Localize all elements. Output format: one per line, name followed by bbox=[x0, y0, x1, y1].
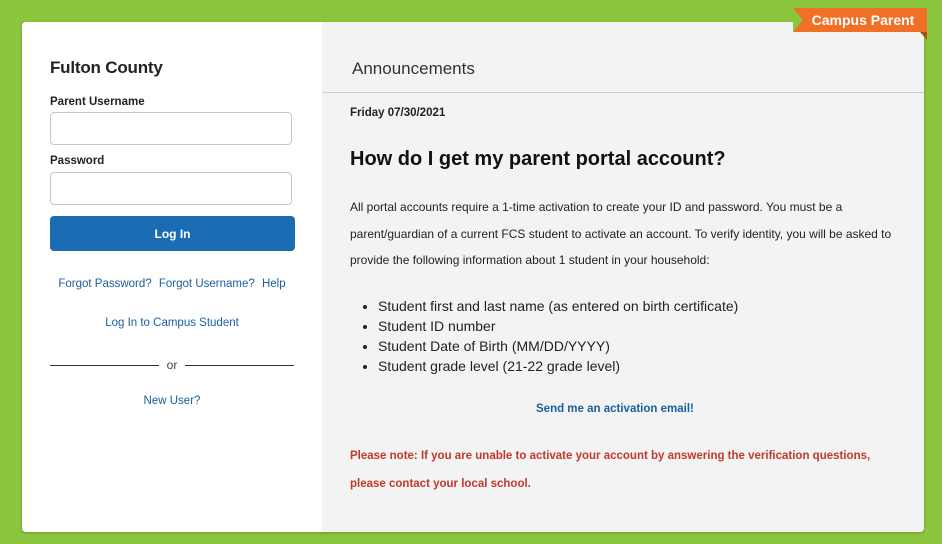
announcement-heading: How do I get my parent portal account? bbox=[350, 148, 726, 170]
or-text: or bbox=[166, 358, 178, 372]
divider-line-right bbox=[185, 364, 295, 366]
list-item: Student ID number bbox=[378, 316, 738, 336]
ribbon-fold bbox=[920, 32, 927, 40]
divider-line-left bbox=[50, 364, 159, 366]
announcement-note: Please note: If you are unable to activa… bbox=[350, 450, 871, 490]
username-label: Parent Username bbox=[50, 96, 145, 108]
login-button[interactable]: Log In bbox=[50, 216, 295, 251]
list-item: Student Date of Birth (MM/DD/YYYY) bbox=[378, 336, 738, 356]
list-item: Student grade level (21-22 grade level) bbox=[378, 356, 738, 376]
login-panel: Fulton County Parent Username Password L… bbox=[22, 22, 322, 532]
activation-email-link[interactable]: Send me an activation email! bbox=[536, 403, 694, 415]
list-item: Student first and last name (as entered … bbox=[378, 296, 738, 316]
or-divider: or bbox=[50, 358, 295, 372]
announcements-divider bbox=[322, 92, 924, 93]
campus-student-link[interactable]: Log In to Campus Student bbox=[22, 317, 322, 329]
new-user-link[interactable]: New User? bbox=[22, 395, 322, 407]
ribbon-notch bbox=[793, 8, 803, 32]
login-card: Fulton County Parent Username Password L… bbox=[22, 22, 924, 532]
district-name: Fulton County bbox=[50, 58, 163, 77]
announcements-panel: Announcements Friday 07/30/2021 How do I… bbox=[322, 22, 924, 532]
announcement-body: All portal accounts require a 1-time act… bbox=[350, 200, 892, 267]
announcement-date: Friday 07/30/2021 bbox=[350, 107, 446, 119]
forgot-password-link[interactable]: Forgot Password? bbox=[58, 278, 151, 290]
password-label: Password bbox=[50, 155, 105, 167]
campus-parent-ribbon: Campus Parent bbox=[793, 8, 927, 32]
requirements-list: Student first and last name (as entered … bbox=[356, 296, 738, 376]
forgot-username-link[interactable]: Forgot Username? bbox=[159, 278, 255, 290]
account-help-links: Forgot Password? Forgot Username? Help bbox=[22, 278, 322, 290]
password-input[interactable] bbox=[50, 172, 292, 205]
help-link[interactable]: Help bbox=[262, 278, 286, 290]
username-input[interactable] bbox=[50, 112, 292, 145]
announcements-title: Announcements bbox=[352, 59, 475, 78]
